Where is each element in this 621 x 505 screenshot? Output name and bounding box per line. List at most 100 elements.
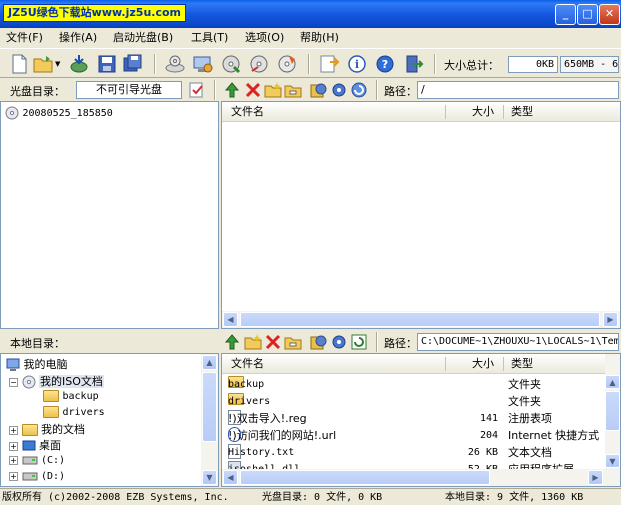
rename-icon[interactable] <box>284 81 302 99</box>
burn-disc-icon[interactable] <box>164 53 186 75</box>
scroll-down-icon[interactable]: ▼ <box>605 454 620 468</box>
menu-action[interactable]: 操作(A) <box>53 28 103 47</box>
menu-help[interactable]: 帮助(H) <box>294 28 345 47</box>
col-header-type[interactable]: 类型 <box>511 102 533 122</box>
local-file-list[interactable]: 文件名 大小 类型 backup 文件夹 drivers 文件夹 !)双击导入!… <box>221 353 621 487</box>
collapse-icon[interactable]: − <box>9 378 18 387</box>
title-bar[interactable]: JZ5U绿色下载站www.jz5u.com _ □ ✕ <box>0 0 621 28</box>
col-header-type[interactable]: 类型 <box>511 354 533 374</box>
new-folder-icon[interactable] <box>264 81 282 99</box>
save-as-icon[interactable] <box>122 53 144 75</box>
status-local-info: 本地目录: 9 文件, 1360 KB <box>445 492 584 503</box>
local-tree-pane[interactable]: 我的电脑 − 我的ISO文档 backup drivers + 我的文档 + 桌… <box>0 353 219 487</box>
tree-node-drivers[interactable]: drivers <box>43 405 105 418</box>
menu-options[interactable]: 选项(O) <box>239 28 290 47</box>
table-row[interactable]: drivers 文件夹 <box>222 393 605 410</box>
new-folder-icon[interactable] <box>244 333 262 351</box>
scroll-right-icon[interactable]: ▶ <box>588 470 603 485</box>
file-type: 注册表项 <box>508 412 552 425</box>
scroll-right-icon[interactable]: ▶ <box>603 312 618 327</box>
expand-icon[interactable]: + <box>9 426 18 435</box>
col-header-name[interactable]: 文件名 <box>231 354 264 374</box>
properties-icon[interactable] <box>318 53 340 75</box>
extract-icon[interactable] <box>68 53 90 75</box>
folder-icon <box>43 406 59 418</box>
menu-file[interactable]: 文件(F) <box>0 28 49 47</box>
local-path-field[interactable]: C:\DOCUME~1\ZHOUXU~1\LOCALS~1\Tem <box>417 333 619 351</box>
tree-node-drive-c[interactable]: + (C:) <box>9 453 65 466</box>
new-icon[interactable] <box>8 53 30 75</box>
local-list-vscrollbar[interactable]: ▲ ▼ <box>605 354 620 469</box>
close-button[interactable]: ✕ <box>599 4 620 25</box>
maximize-button[interactable]: □ <box>577 4 598 25</box>
expand-icon[interactable]: + <box>9 442 18 451</box>
refresh-icon[interactable] <box>350 81 368 99</box>
save-icon[interactable] <box>96 53 118 75</box>
scroll-thumb[interactable] <box>240 312 600 327</box>
expand-icon[interactable]: + <box>9 456 18 465</box>
scroll-up-icon[interactable]: ▲ <box>202 355 217 370</box>
help-icon[interactable]: ? <box>374 53 396 75</box>
minimize-button[interactable]: _ <box>555 4 576 25</box>
scroll-thumb[interactable] <box>240 470 490 485</box>
scroll-left-icon[interactable]: ◀ <box>223 312 238 327</box>
table-row[interactable]: backup 文件夹 <box>222 376 605 393</box>
compress-icon[interactable] <box>220 53 242 75</box>
scroll-thumb[interactable] <box>605 391 620 431</box>
table-row[interactable]: !)访问我们的网站!.url 204 Internet 快捷方式 <box>222 427 605 444</box>
menu-tools[interactable]: 工具(T) <box>185 28 234 47</box>
mount-icon[interactable] <box>192 53 214 75</box>
add-up-icon[interactable] <box>223 81 241 99</box>
exit-icon[interactable] <box>402 53 424 75</box>
open-dropdown-icon[interactable]: ▼ <box>55 60 60 68</box>
up-folder-icon[interactable] <box>223 333 241 351</box>
local-list-hscrollbar[interactable]: ◀ ▶ <box>222 469 620 486</box>
menu-boot[interactable]: 启动光盘(B) <box>107 28 179 47</box>
disc-path-field[interactable]: / <box>417 81 619 99</box>
settings-icon[interactable] <box>330 81 348 99</box>
expand-icon[interactable]: + <box>9 472 18 481</box>
scroll-up-icon[interactable]: ▲ <box>605 375 620 389</box>
iso-list-hscrollbar[interactable]: ◀ ▶ <box>222 311 620 328</box>
scroll-down-icon[interactable]: ▼ <box>202 470 217 485</box>
tree-node-desktop[interactable]: + 桌面 <box>9 437 61 453</box>
scroll-left-icon[interactable]: ◀ <box>223 470 238 485</box>
delete-icon[interactable] <box>244 81 262 99</box>
test-icon[interactable] <box>248 53 270 75</box>
col-divider[interactable] <box>503 357 504 371</box>
boot-disc-icon[interactable] <box>310 81 328 99</box>
col-divider[interactable] <box>503 105 504 119</box>
scroll-thumb[interactable] <box>202 372 217 442</box>
table-row[interactable]: !)双击导入!.reg 141 注册表项 <box>222 410 605 427</box>
local-path-label: 路径： <box>384 337 417 350</box>
capacity-select[interactable]: 650MB - 650 <box>560 56 619 73</box>
iso-tree-pane[interactable]: 20080525_185850 <box>0 101 219 329</box>
info-icon[interactable]: i <box>346 53 368 75</box>
boot-properties-icon[interactable] <box>188 81 206 99</box>
file-name: !)双击导入!.reg <box>228 412 307 425</box>
col-header-size[interactable]: 大小 <box>472 354 494 374</box>
tree-node-my-documents[interactable]: + 我的文档 <box>9 421 85 437</box>
settings-icon[interactable] <box>330 333 348 351</box>
col-divider[interactable] <box>445 357 446 371</box>
open-icon[interactable] <box>32 53 54 75</box>
iso-root-node[interactable]: 20080525_185850 <box>5 106 113 120</box>
rename-icon[interactable] <box>284 333 302 351</box>
tree-node-drive-d[interactable]: + (D:) <box>9 469 65 482</box>
tree-node-my-iso[interactable]: − 我的ISO文档 <box>9 373 104 389</box>
boot-status-field[interactable]: 不可引导光盘 <box>76 81 182 99</box>
col-divider[interactable] <box>445 105 446 119</box>
delete-icon[interactable] <box>264 333 282 351</box>
table-row[interactable]: History.txt 26 KB 文本文档 <box>222 444 605 461</box>
table-row[interactable]: isoshell.dll 52 KB 应用程序扩展 <box>222 461 605 469</box>
col-header-name[interactable]: 文件名 <box>231 102 264 122</box>
make-iso-icon[interactable] <box>276 53 298 75</box>
local-tree-vscrollbar[interactable]: ▲ ▼ <box>201 354 218 486</box>
iso-file-list[interactable]: 文件名 大小 类型 ◀ ▶ <box>221 101 621 329</box>
tree-node-backup[interactable]: backup <box>43 389 99 402</box>
add-to-iso-icon[interactable] <box>310 333 328 351</box>
tree-node-my-computer[interactable]: 我的电脑 <box>6 356 68 372</box>
refresh-icon[interactable] <box>350 333 368 351</box>
col-header-size[interactable]: 大小 <box>472 102 494 122</box>
disc-bar: 光盘目录： 不可引导光盘 路径： / <box>0 79 621 101</box>
